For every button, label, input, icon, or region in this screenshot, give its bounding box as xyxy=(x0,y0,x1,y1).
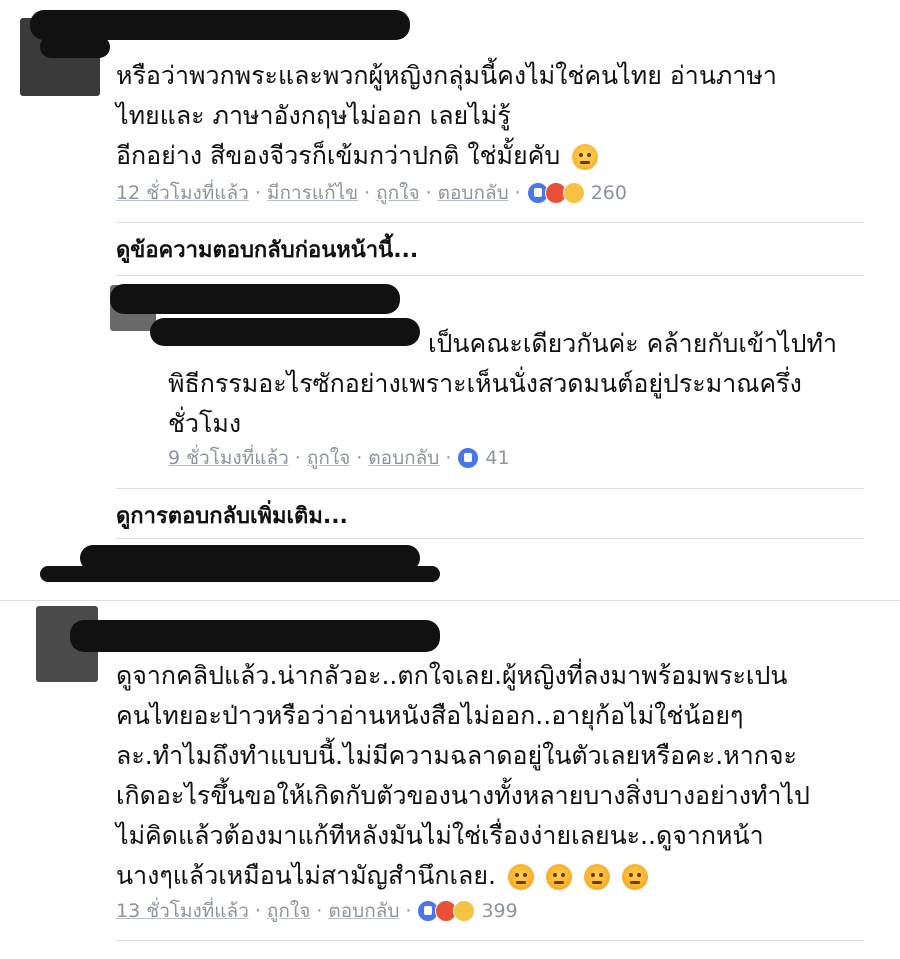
comment-text-line: อีกอย่าง สีของจีวรก็เข้มกว่าปกติ ใช่มั้ย… xyxy=(116,136,599,176)
redacted-name xyxy=(70,620,440,652)
redacted-area xyxy=(40,566,440,582)
separator: · xyxy=(254,182,261,204)
view-previous-replies-link[interactable]: ดูข้อความตอบกลับก่อนหน้านี้... xyxy=(116,236,418,266)
reaction-count: 399 xyxy=(481,900,518,922)
reply-text-line: พิธีกรรมอะไรซักอย่างเพราะเห็นนั่งสวดมนต์… xyxy=(168,369,802,398)
separator: · xyxy=(316,900,323,922)
separator: · xyxy=(405,900,412,922)
comment-text-line: ละ.ทำไมถึงทำแบบนี้.ไม่มีความฉลาดอยู่ในตั… xyxy=(116,741,797,770)
comment-text-line: เกิดอะไรขึ้นขอให้เกิดกับตัวของนางทั้งหลา… xyxy=(116,781,810,810)
reaction-count: 41 xyxy=(485,447,510,469)
divider xyxy=(116,488,864,489)
comment-text-line: ไทยและ ภาษาอังกฤษไม่ออก เลยไม่รู้ xyxy=(116,101,511,130)
separator: · xyxy=(294,447,301,469)
angry-face-icon xyxy=(583,864,610,890)
separator: · xyxy=(356,447,363,469)
comment-text-line: นางๆแล้วเหมือนไม่สามัญสำนึกเลย. xyxy=(116,856,648,896)
reactions-summary[interactable]: 41 xyxy=(457,445,510,471)
redacted-name xyxy=(150,318,420,346)
like-button[interactable]: ถูกใจ xyxy=(307,445,350,471)
reaction-count: 260 xyxy=(590,182,627,204)
haha-reaction-icon xyxy=(453,900,476,922)
like-button[interactable]: ถูกใจ xyxy=(376,180,419,206)
divider xyxy=(0,600,900,601)
reply-button[interactable]: ตอบกลับ xyxy=(438,180,509,206)
comment-text-line: คนไทยอะป่าวหรือว่าอ่านหนังสือไม่ออก..อาย… xyxy=(116,701,744,730)
reply-text-line: เป็นคณะเดียวกันค่ะ คล้ายกับเข้าไปทำ xyxy=(428,329,838,358)
redacted-name xyxy=(110,284,400,314)
view-more-replies-link[interactable]: ดูการตอบกลับเพิ่มเติม... xyxy=(116,502,348,532)
angry-face-icon xyxy=(507,864,534,890)
divider xyxy=(116,940,864,941)
sad-reaction-icon xyxy=(562,182,585,204)
reply-text-line: ชั่วโมง xyxy=(168,409,242,438)
comment-text: อีกอย่าง สีของจีวรก็เข้มกว่าปกติ ใช่มั้ย… xyxy=(116,141,561,170)
reply-meta: 9 ชั่วโมงที่แล้ว · ถูกใจ · ตอบกลับ · 41 xyxy=(168,445,510,471)
comment-meta: 12 ชั่วโมงที่แล้ว · มีการแก้ไข · ถูกใจ ·… xyxy=(116,180,627,206)
divider xyxy=(116,222,864,223)
angry-face-icon xyxy=(545,864,572,890)
divider xyxy=(116,538,864,539)
timestamp-link[interactable]: 13 ชั่วโมงที่แล้ว xyxy=(116,898,249,924)
separator: · xyxy=(514,182,521,204)
divider xyxy=(116,275,864,276)
comment-text-line: หรือว่าพวกพระและพวกผู้หญิงกลุ่มนี้คงไม่ใ… xyxy=(116,61,777,90)
separator: · xyxy=(445,447,452,469)
edited-link[interactable]: มีการแก้ไข xyxy=(267,180,358,206)
timestamp-link[interactable]: 9 ชั่วโมงที่แล้ว xyxy=(168,445,289,471)
comment-text: นางๆแล้วเหมือนไม่สามัญสำนึกเลย. xyxy=(116,861,496,890)
reactions-summary[interactable]: 399 xyxy=(417,898,518,924)
redacted-name xyxy=(40,36,110,58)
separator: · xyxy=(254,900,261,922)
separator: · xyxy=(364,182,371,204)
like-button[interactable]: ถูกใจ xyxy=(267,898,310,924)
comment-meta: 13 ชั่วโมงที่แล้ว · ถูกใจ · ตอบกลับ · 39… xyxy=(116,898,518,924)
comment-text-line: ดูจากคลิปแล้ว.น่ากลัวอะ..ตกใจเลย.ผู้หญิง… xyxy=(116,661,788,690)
comment-text-line: ไม่คิดแล้วต้องมาแก้ทีหลังมันไม่ใช่เรื่อง… xyxy=(116,821,764,850)
like-reaction-icon xyxy=(457,447,480,469)
timestamp-link[interactable]: 12 ชั่วโมงที่แล้ว xyxy=(116,180,249,206)
reply-button[interactable]: ตอบกลับ xyxy=(368,445,439,471)
separator: · xyxy=(425,182,432,204)
reactions-summary[interactable]: 260 xyxy=(526,180,627,206)
reply-button[interactable]: ตอบกลับ xyxy=(328,898,399,924)
thinking-face-icon xyxy=(572,144,599,170)
angry-face-icon xyxy=(621,864,648,890)
